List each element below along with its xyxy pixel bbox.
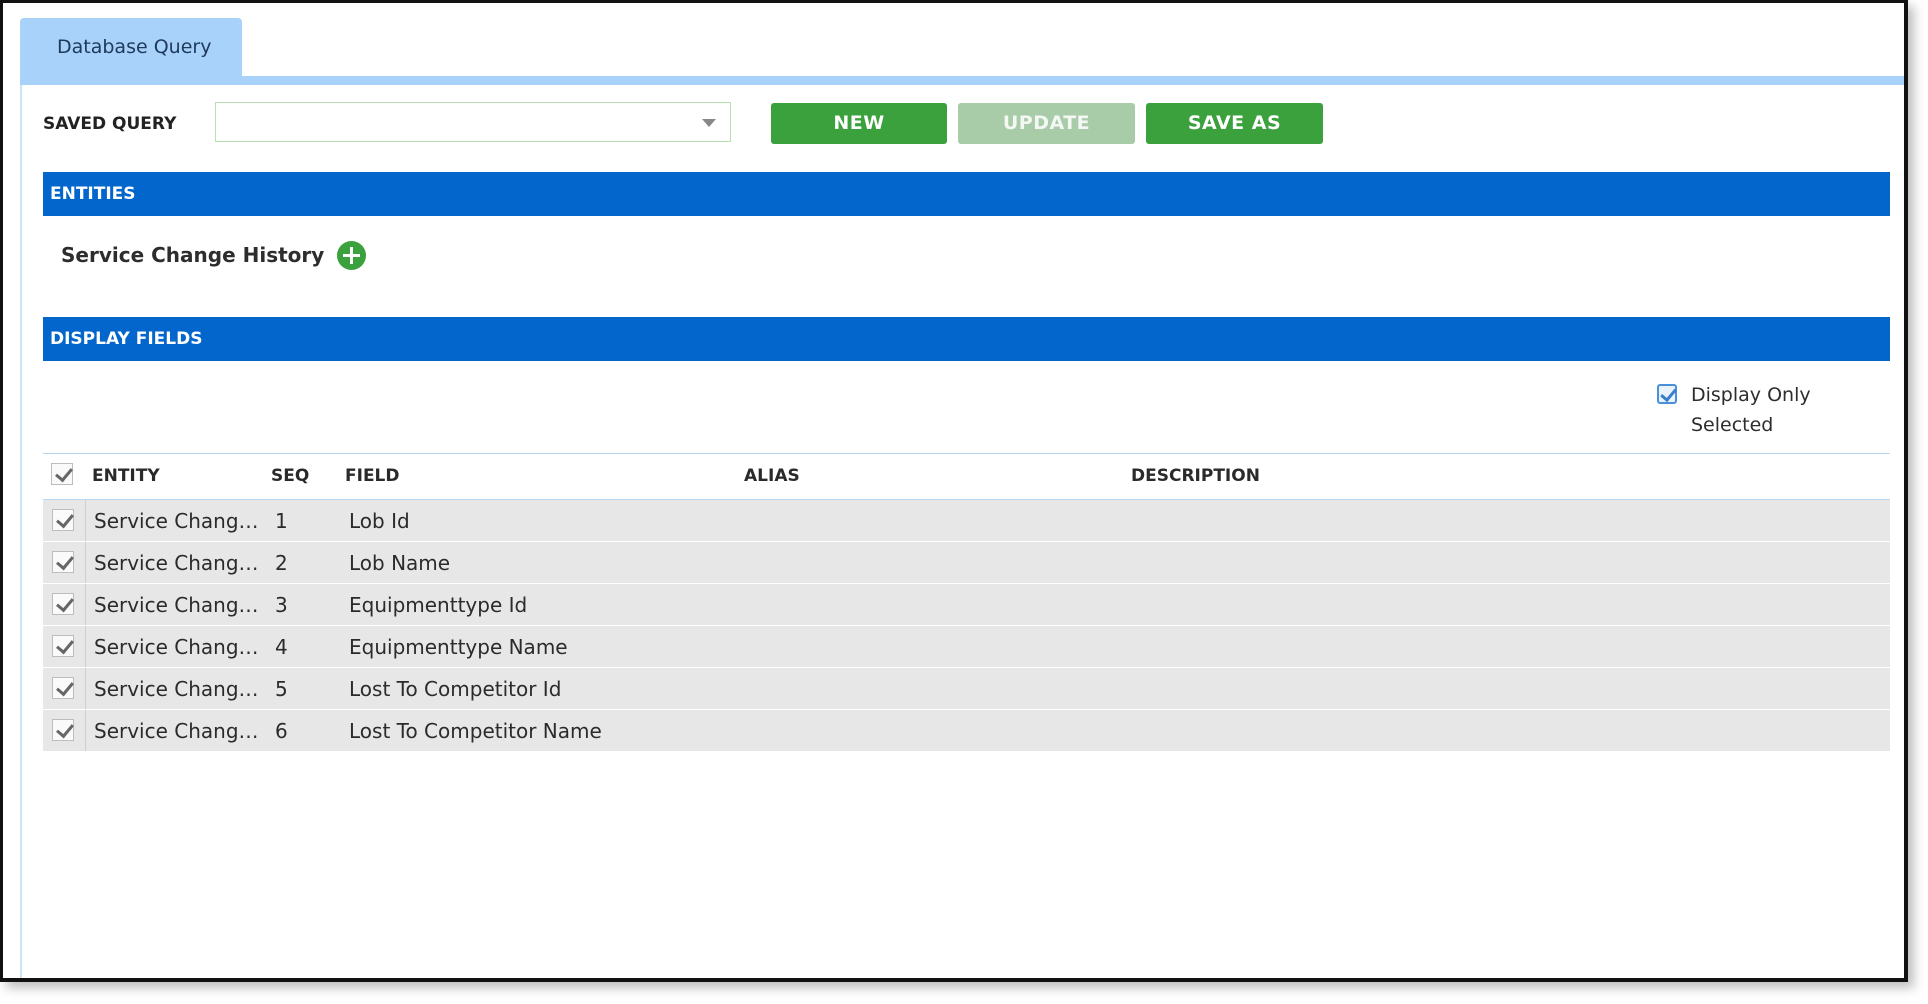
entity-name: Service Change History bbox=[61, 243, 325, 267]
row-checkbox[interactable] bbox=[52, 677, 74, 699]
cell-field: Lost To Competitor Name bbox=[349, 719, 602, 743]
cell-seq: 6 bbox=[275, 719, 288, 743]
display-only-selected-label: Display Only Selected bbox=[1691, 380, 1841, 440]
cell-entity: Service Change… bbox=[94, 635, 262, 659]
table-row[interactable]: Service Change… 5 Lost To Competitor Id bbox=[43, 668, 1890, 710]
cell-field: Lost To Competitor Id bbox=[349, 677, 562, 701]
cell-field: Lob Name bbox=[349, 551, 451, 575]
entity-item: Service Change History bbox=[61, 237, 367, 273]
row-select-cell bbox=[43, 500, 86, 541]
entities-section-header: ENTITIES bbox=[43, 172, 1890, 216]
tab-database-query[interactable]: Database Query bbox=[20, 18, 242, 85]
new-button[interactable]: NEW bbox=[771, 103, 947, 144]
cell-field: Lob Id bbox=[349, 509, 410, 533]
cell-seq: 5 bbox=[275, 677, 288, 701]
table-row[interactable]: Service Change… 6 Lost To Competitor Nam… bbox=[43, 710, 1890, 752]
row-checkbox[interactable] bbox=[52, 551, 74, 573]
grid-header: ENTITY SEQ FIELD ALIAS DESCRIPTION bbox=[43, 453, 1890, 500]
cell-seq: 2 bbox=[275, 551, 288, 575]
display-fields-grid: ENTITY SEQ FIELD ALIAS DESCRIPTION Servi… bbox=[43, 453, 1890, 752]
row-checkbox[interactable] bbox=[52, 635, 74, 657]
cell-seq: 3 bbox=[275, 593, 288, 617]
plus-circle-icon[interactable] bbox=[337, 240, 367, 270]
table-row[interactable]: Service Change… 4 Equipmenttype Name bbox=[43, 626, 1890, 668]
tab-bar: Database Query bbox=[20, 18, 1904, 85]
cell-field: Equipmenttype Id bbox=[349, 593, 528, 617]
row-checkbox[interactable] bbox=[52, 509, 74, 531]
row-select-cell bbox=[43, 710, 86, 751]
row-checkbox[interactable] bbox=[52, 593, 74, 615]
table-row[interactable]: Service Change… 2 Lob Name bbox=[43, 542, 1890, 584]
saved-query-select[interactable] bbox=[215, 102, 731, 142]
update-button[interactable]: UPDATE bbox=[958, 103, 1135, 144]
display-only-selected-label-line2: Selected bbox=[1691, 414, 1774, 436]
save-as-button[interactable]: SAVE AS bbox=[1146, 103, 1323, 144]
table-row[interactable]: Service Change… 1 Lob Id bbox=[43, 500, 1890, 542]
header-alias[interactable]: ALIAS bbox=[744, 466, 800, 486]
row-select-cell bbox=[43, 542, 86, 583]
row-select-cell bbox=[43, 584, 86, 625]
header-field[interactable]: FIELD bbox=[345, 466, 400, 486]
display-only-selected-label-line1: Display Only bbox=[1691, 384, 1811, 406]
cell-seq: 1 bbox=[275, 509, 288, 533]
select-all-checkbox[interactable] bbox=[51, 463, 73, 485]
app-window: Database Query SAVED QUERY NEW UPDATE SA… bbox=[0, 0, 1908, 982]
header-entity[interactable]: ENTITY bbox=[92, 466, 160, 486]
chevron-down-icon[interactable] bbox=[702, 119, 716, 127]
row-checkbox[interactable] bbox=[52, 719, 74, 741]
saved-query-label: SAVED QUERY bbox=[43, 114, 177, 134]
cell-field: Equipmenttype Name bbox=[349, 635, 568, 659]
cell-entity: Service Change… bbox=[94, 509, 262, 533]
display-fields-section-header: DISPLAY FIELDS bbox=[43, 317, 1890, 361]
cell-entity: Service Change… bbox=[94, 551, 262, 575]
row-select-cell bbox=[43, 626, 86, 667]
cell-seq: 4 bbox=[275, 635, 288, 659]
cell-entity: Service Change… bbox=[94, 677, 262, 701]
display-only-selected-checkbox[interactable] bbox=[1657, 384, 1677, 404]
header-description[interactable]: DESCRIPTION bbox=[1131, 466, 1260, 486]
tab-underline bbox=[20, 76, 1904, 85]
row-select-cell bbox=[43, 668, 86, 709]
table-row[interactable]: Service Change… 3 Equipmenttype Id bbox=[43, 584, 1890, 626]
query-panel: SAVED QUERY NEW UPDATE SAVE AS ENTITIES … bbox=[20, 85, 1904, 978]
header-seq[interactable]: SEQ bbox=[271, 466, 309, 486]
cell-entity: Service Change… bbox=[94, 719, 262, 743]
cell-entity: Service Change… bbox=[94, 593, 262, 617]
